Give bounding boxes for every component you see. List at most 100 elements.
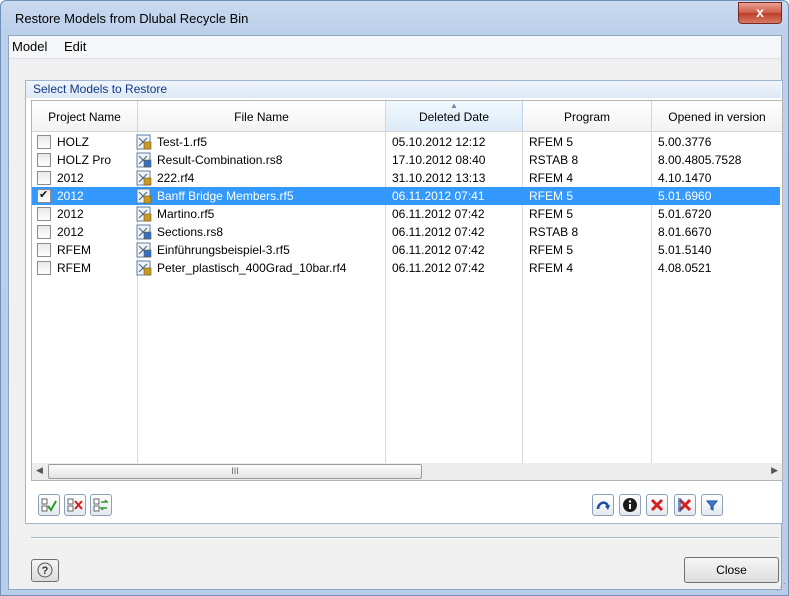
group-title-label: Select Models to Restore bbox=[33, 82, 168, 96]
table-row[interactable]: RFEM Einführungsbeispiel-3.rf5 06.11.2012 … bbox=[32, 241, 780, 259]
row-checkbox[interactable] bbox=[37, 207, 51, 221]
cell-date: 06.11.2012 07:42 bbox=[392, 207, 485, 221]
row-checkbox[interactable] bbox=[37, 261, 51, 275]
cell-date: 05.10.2012 12:12 bbox=[392, 135, 486, 149]
scroll-right-arrow[interactable]: ▶ bbox=[771, 465, 778, 476]
info-icon bbox=[623, 498, 637, 512]
rfem-file-icon bbox=[136, 260, 152, 276]
column-header-deleted-date-label: Deleted Date bbox=[418, 110, 490, 124]
row-checkbox[interactable] bbox=[37, 135, 51, 149]
check-all-icon bbox=[41, 498, 57, 512]
rstab-file-icon bbox=[136, 224, 152, 240]
row-checkbox[interactable] bbox=[37, 171, 51, 185]
row-checkbox[interactable] bbox=[37, 153, 51, 167]
cell-project: 2012 bbox=[57, 171, 84, 185]
delete-button[interactable] bbox=[646, 494, 668, 516]
resize-grip[interactable]: ⋰ bbox=[776, 582, 786, 593]
column-header-project[interactable]: Project Name bbox=[32, 101, 138, 132]
delete-icon bbox=[650, 498, 664, 512]
cell-program: RFEM 5 bbox=[529, 207, 574, 221]
cell-date: 06.11.2012 07:41 bbox=[392, 189, 485, 203]
cell-date: 31.10.2012 13:13 bbox=[392, 171, 486, 185]
rfem-file-icon bbox=[136, 170, 152, 186]
restore-button[interactable] bbox=[592, 494, 614, 516]
column-header-deleted-date[interactable]: ▲ Deleted Date bbox=[386, 101, 523, 132]
row-checkbox[interactable] bbox=[37, 243, 51, 257]
table-row[interactable]: 2012 Sections.rs8 06.11.2012 07:42 RSTAB 8 8… bbox=[32, 223, 780, 241]
cell-version: 5.01.6720 bbox=[658, 207, 712, 221]
cell-project: RFEM bbox=[57, 261, 91, 275]
invert-selection-icon bbox=[93, 498, 109, 512]
cell-file: Test-1.rf5 bbox=[157, 135, 208, 149]
invert-selection-button[interactable] bbox=[90, 494, 112, 516]
cell-project: RFEM bbox=[57, 243, 91, 257]
delete-all-button[interactable] bbox=[674, 494, 696, 516]
table-row[interactable]: HOLZ Test-1.rf5 05.10.2012 12:12 RFEM 5 5.00… bbox=[32, 133, 780, 151]
cell-project: 2012 bbox=[57, 207, 84, 221]
cell-version: 4.10.1470 bbox=[658, 171, 712, 185]
cell-file: Peter_plastisch_400Grad_10bar.rf4 bbox=[157, 261, 347, 275]
cell-date: 06.11.2012 07:42 bbox=[392, 225, 485, 239]
window-title: Restore Models from Dlubal Recycle Bin bbox=[15, 11, 249, 26]
rstab-file-icon bbox=[136, 152, 152, 168]
column-header-version[interactable]: Opened in version bbox=[652, 101, 782, 132]
cell-file: Einführungsbeispiel-3.rf5 bbox=[157, 243, 290, 257]
cell-file: Banff Bridge Members.rf5 bbox=[157, 189, 294, 203]
cell-file: Sections.rs8 bbox=[157, 225, 224, 239]
rstab-file-icon bbox=[136, 242, 152, 258]
dialog-window: Restore Models from Dlubal Recycle Bin x… bbox=[0, 0, 789, 596]
cell-version: 4.08.0521 bbox=[658, 261, 712, 275]
table-row[interactable]: 2012 Banff Bridge Members.rf5 06.11.2012 0… bbox=[32, 187, 780, 205]
horizontal-scrollbar[interactable]: ◀ III ▶ bbox=[31, 463, 783, 481]
menu-model[interactable]: Model bbox=[12, 39, 47, 54]
cell-project: HOLZ Pro bbox=[57, 153, 112, 167]
uncheck-all-icon bbox=[67, 498, 83, 512]
info-button[interactable] bbox=[619, 494, 641, 516]
svg-text:?: ? bbox=[42, 565, 49, 577]
restore-icon bbox=[596, 501, 610, 510]
cell-version: 5.01.6960 bbox=[658, 189, 712, 203]
table-row[interactable]: HOLZ Pro Result-Combination.rs8 17.10.2012… bbox=[32, 151, 780, 169]
scroll-left-arrow[interactable]: ◀ bbox=[36, 465, 43, 476]
table-row[interactable]: RFEM Peter_plastisch_400Grad_10bar.rf4 06.… bbox=[32, 259, 780, 277]
help-button[interactable]: ? bbox=[31, 559, 59, 582]
cell-project: HOLZ bbox=[57, 135, 90, 149]
column-header-file[interactable]: File Name bbox=[138, 101, 386, 132]
cell-version: 8.00.4805.7528 bbox=[658, 153, 742, 167]
title-bar[interactable]: Restore Models from Dlubal Recycle Bin x bbox=[1, 1, 788, 35]
table-row[interactable]: 2012 222.rf4 31.10.2012 13:13 RFEM 4 4.10.14… bbox=[32, 169, 780, 187]
close-button[interactable]: Close bbox=[684, 557, 779, 583]
row-checkbox[interactable] bbox=[37, 225, 51, 239]
table-row[interactable]: 2012 Martino.rf5 06.11.2012 07:42 RFEM 5 5.0… bbox=[32, 205, 780, 223]
cell-file: Result-Combination.rs8 bbox=[157, 153, 283, 167]
cell-program: RSTAB 8 bbox=[529, 153, 579, 167]
delete-all-icon bbox=[678, 498, 692, 512]
cell-version: 5.01.5140 bbox=[658, 243, 712, 257]
menu-edit[interactable]: Edit bbox=[64, 39, 86, 54]
cell-date: 17.10.2012 08:40 bbox=[392, 153, 486, 167]
uncheck-all-button[interactable] bbox=[64, 494, 86, 516]
menu-bar: Model Edit bbox=[9, 36, 781, 59]
cell-file: Martino.rf5 bbox=[157, 207, 215, 221]
rfem-file-icon bbox=[136, 134, 152, 150]
models-list[interactable]: Project Name File Name ▲ Deleted Date Pr… bbox=[31, 100, 783, 465]
cell-version: 8.01.6670 bbox=[658, 225, 712, 239]
filter-button[interactable] bbox=[701, 494, 723, 516]
cell-file: 222.rf4 bbox=[157, 171, 195, 185]
sort-ascending-icon: ▲ bbox=[450, 101, 458, 110]
check-all-button[interactable] bbox=[38, 494, 60, 516]
cell-date: 06.11.2012 07:42 bbox=[392, 261, 485, 275]
window-close-button[interactable]: x bbox=[738, 2, 782, 24]
scroll-thumb[interactable]: III bbox=[48, 464, 422, 479]
rfem-file-icon bbox=[136, 206, 152, 222]
cell-project: 2012 bbox=[57, 225, 84, 239]
cell-program: RFEM 4 bbox=[529, 171, 574, 185]
filter-icon bbox=[705, 500, 719, 511]
row-checkbox[interactable] bbox=[37, 188, 51, 203]
column-header-program[interactable]: Program bbox=[523, 101, 652, 132]
cell-version: 5.00.3776 bbox=[658, 135, 712, 149]
group-title: Select Models to Restore bbox=[26, 81, 781, 98]
help-icon: ? bbox=[37, 562, 53, 578]
rfem-file-icon bbox=[136, 188, 152, 204]
cell-program: RFEM 5 bbox=[529, 189, 574, 203]
